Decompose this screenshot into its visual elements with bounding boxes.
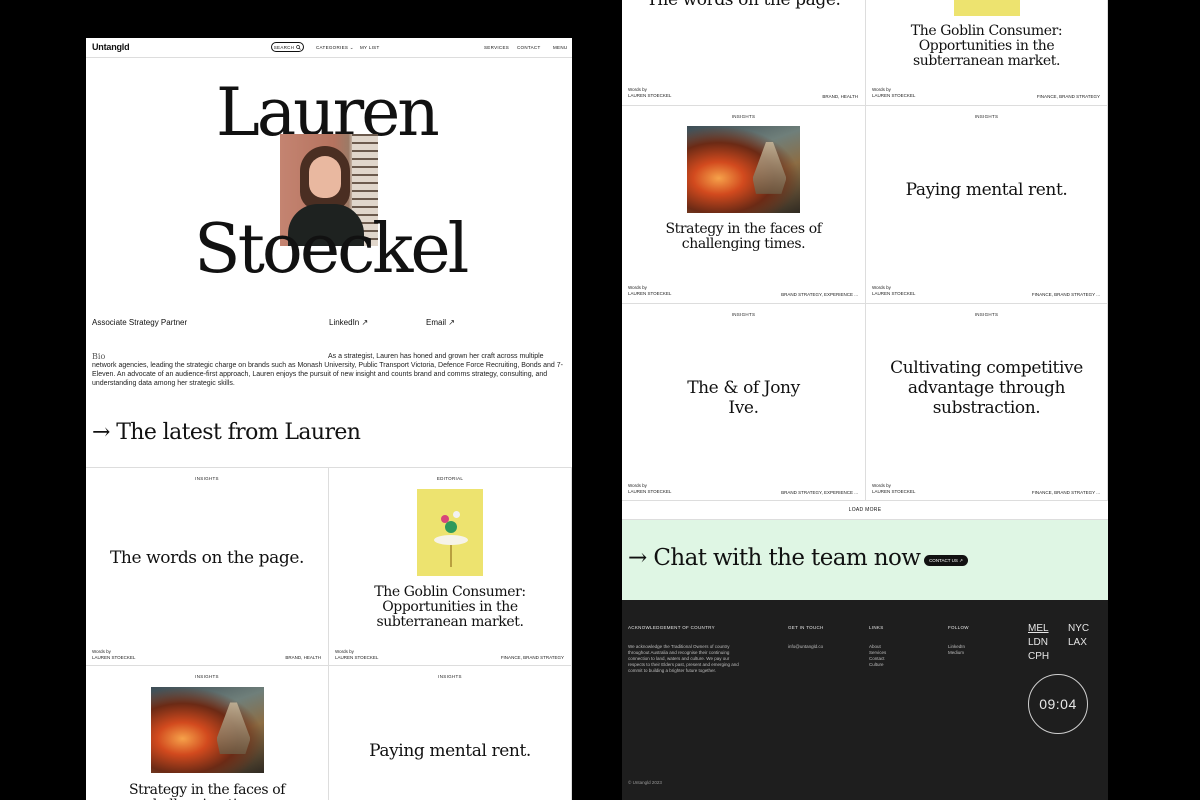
acknowledgement-heading: ACKNOWLEDGEMENT OF COUNTRY	[628, 625, 715, 630]
card-category-tag: INSIGHTS	[974, 114, 999, 119]
role-title: Associate Strategy Partner	[92, 318, 188, 327]
chat-heading[interactable]: → Chat with the team now	[628, 545, 921, 571]
card-category-tag: INSIGHTS	[438, 674, 462, 679]
article-card[interactable]: INSIGHTS The & of Jony Ive. Words by LAUR…	[622, 304, 866, 501]
card-image[interactable]	[687, 126, 800, 213]
profile-page-panel: Untangld SEARCH CATEGORIES ⌄ MY LIST SER…	[86, 38, 572, 800]
article-card[interactable]: INSIGHTS Paying mental rent.	[329, 666, 572, 800]
get-in-touch-heading: GET IN TOUCH	[788, 625, 824, 630]
article-card[interactable]: The words on the page. Words by LAUREN ST…	[622, 0, 866, 106]
linkedin-link[interactable]: LinkedIn ↗	[329, 318, 368, 327]
footer-link-culture[interactable]: Culture	[869, 662, 884, 668]
footer: ACKNOWLEDGEMENT OF COUNTRY We acknowledg…	[622, 600, 1108, 800]
search-label: SEARCH	[273, 44, 295, 50]
article-card[interactable]: INSIGHTS The words on the page. Words by…	[86, 468, 329, 666]
city-cph[interactable]: CPH	[1028, 651, 1049, 662]
city-nyc[interactable]: NYC	[1068, 623, 1089, 634]
card-category-tag: INSIGHTS	[731, 114, 756, 119]
contact-email-link[interactable]: info@untangld.co	[788, 644, 823, 650]
follow-medium-link[interactable]: Medium	[948, 650, 964, 656]
card-categories: BRAND STRATEGY, EXPERIENCE ...	[781, 490, 858, 495]
nav-categories[interactable]: CATEGORIES ⌄	[316, 45, 354, 51]
card-categories: FINANCE, BRAND STRATEGY	[1036, 94, 1100, 99]
card-title[interactable]: Strategy in the faces of challenging tim…	[642, 222, 845, 252]
chevron-down-icon: ⌄	[349, 45, 354, 50]
article-card[interactable]: INSIGHTS Strategy in the faces of challe…	[622, 106, 866, 304]
card-image[interactable]	[151, 687, 264, 773]
follow-heading: FOLLOW	[948, 625, 969, 630]
card-categories: FINANCE, BRAND STRATEGY ...	[1031, 490, 1100, 495]
card-image[interactable]	[417, 489, 483, 576]
card-category-tag: INSIGHTS	[974, 312, 999, 317]
hero-last-name: Stoeckel	[194, 210, 469, 289]
chat-banner: → Chat with the team now CONTACT US ↗	[622, 520, 1108, 600]
nav-services[interactable]: SERVICES	[484, 45, 509, 50]
card-categories: BRAND STRATEGY, EXPERIENCE ...	[781, 292, 858, 297]
card-byline: Words by LAUREN STOECKEL	[628, 483, 672, 494]
nav-menu[interactable]: MENU	[553, 45, 567, 50]
scrolled-page-panel: The words on the page. Words by LAUREN ST…	[622, 0, 1108, 800]
latest-heading: → The latest from Lauren	[92, 420, 361, 445]
local-time-clock: 09:04	[1028, 674, 1088, 734]
copyright: © Untangld 2023	[628, 780, 662, 785]
article-card[interactable]: INSIGHTS Cultivating competitive advanta…	[866, 304, 1108, 501]
contact-us-button[interactable]: CONTACT US ↗	[924, 555, 968, 566]
article-card[interactable]: The Goblin Consumer: Opportunities in th…	[866, 0, 1108, 106]
card-image[interactable]	[954, 0, 1020, 16]
card-categories: BRAND, HEALTH	[285, 655, 321, 660]
city-mel[interactable]: MEL	[1028, 623, 1049, 634]
city-lax[interactable]: LAX	[1068, 637, 1087, 648]
card-byline: Words by LAUREN STOECKEL	[628, 87, 672, 98]
nav-contact[interactable]: CONTACT	[517, 45, 541, 50]
card-title[interactable]: The Goblin Consumer: Opportunities in th…	[886, 24, 1087, 69]
card-title[interactable]: Paying mental rent.	[886, 180, 1087, 200]
article-card[interactable]: EDITORIAL The Goblin Consumer: Opportuni…	[329, 468, 572, 666]
card-title[interactable]: The words on the page.	[642, 0, 845, 10]
card-categories: FINANCE, BRAND STRATEGY ...	[1031, 292, 1100, 297]
card-byline: Words by LAUREN STOECKEL	[92, 649, 136, 660]
email-link[interactable]: Email ↗	[426, 318, 455, 327]
card-categories: BRAND, HEALTH	[822, 94, 858, 99]
card-category-tag: INSIGHTS	[195, 674, 219, 679]
card-title[interactable]: Cultivating competitive advantage throug…	[886, 358, 1087, 418]
city-ldn[interactable]: LDN	[1028, 637, 1048, 648]
card-byline: Words by LAUREN STOECKEL	[872, 285, 916, 296]
top-nav: Untangld SEARCH CATEGORIES ⌄ MY LIST SER…	[86, 38, 572, 58]
article-card[interactable]: INSIGHTS Paying mental rent. Words by LAU…	[866, 106, 1108, 304]
article-grid: INSIGHTS The words on the page. Words by…	[86, 467, 572, 800]
article-grid: The words on the page. Words by LAUREN ST…	[622, 0, 1108, 501]
card-title[interactable]: The & of Jony Ive.	[682, 378, 805, 418]
load-more-button[interactable]: LOAD MORE	[622, 500, 1108, 520]
article-card[interactable]: INSIGHTS Strategy in the faces of challe…	[86, 666, 329, 800]
card-byline: Words by LAUREN STOECKEL	[628, 285, 672, 296]
links-heading: LINKS	[869, 625, 884, 630]
card-category-tag: INSIGHTS	[195, 476, 219, 481]
card-categories: FINANCE, BRAND STRATEGY	[500, 655, 564, 660]
search-button[interactable]: SEARCH	[271, 42, 304, 52]
search-icon	[296, 44, 302, 50]
nav-my-list[interactable]: MY LIST	[360, 45, 380, 50]
acknowledgement-text: We acknowledge the Traditional Owners of…	[628, 644, 739, 673]
card-byline: Words by LAUREN STOECKEL	[872, 483, 916, 494]
card-title[interactable]: Strategy in the faces of challenging tim…	[106, 783, 308, 800]
card-byline: Words by LAUREN STOECKEL	[872, 87, 916, 98]
card-category-tag: EDITORIAL	[436, 476, 464, 481]
card-byline: Words by LAUREN STOECKEL	[335, 649, 379, 660]
card-category-tag: INSIGHTS	[731, 312, 756, 317]
logo[interactable]: Untangld	[92, 42, 130, 52]
card-title[interactable]: The Goblin Consumer: Opportunities in th…	[349, 585, 551, 630]
card-title[interactable]: Paying mental rent.	[349, 741, 551, 761]
card-title[interactable]: The words on the page.	[106, 548, 308, 568]
bio-text: As a strategist, Lauren has honed and gr…	[92, 353, 563, 387]
